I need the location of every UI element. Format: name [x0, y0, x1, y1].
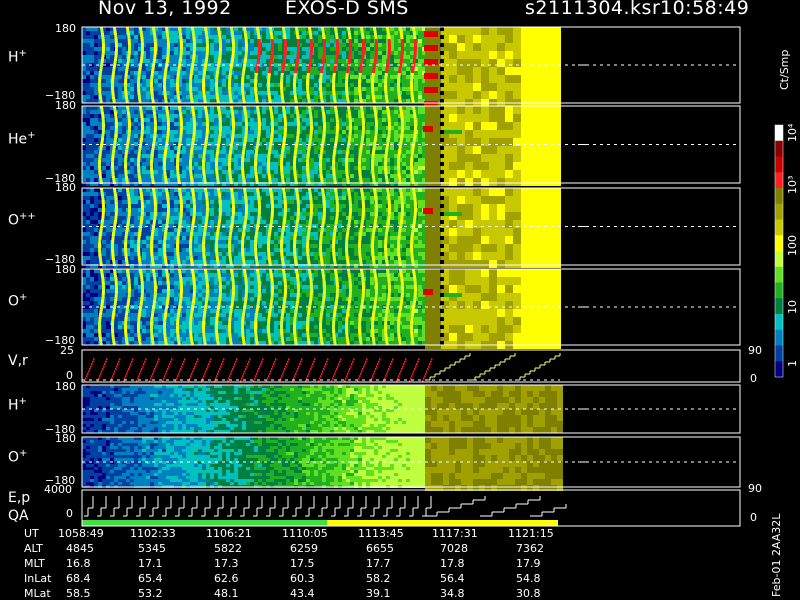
- he-plus-ytick-top: 180: [55, 99, 76, 112]
- ephemeris-cell: 60.3: [290, 572, 315, 585]
- ephemeris-cell: 5345: [138, 542, 166, 555]
- o-plus-plus-ytick-top: 180: [55, 181, 76, 194]
- panel-label-pitch-h-plus: H+: [8, 396, 27, 414]
- ephemeris-cell: 30.8: [516, 587, 541, 600]
- ephemeris-cell: 17.1: [138, 557, 163, 570]
- colorbar-units: Ct/Smp: [778, 49, 791, 90]
- colorbar-segment: [775, 329, 783, 346]
- colorbar-segment: [775, 125, 783, 142]
- ephemeris-cell: 68.4: [66, 572, 91, 585]
- colorbar-tick-10e3: 10³: [786, 175, 799, 194]
- ephemeris-cell: 17.3: [214, 557, 239, 570]
- h-plus-ytick-top: 180: [55, 22, 76, 35]
- ephemeris-cell: 5822: [214, 542, 242, 555]
- ephemeris-cell: 1058:49: [58, 527, 104, 540]
- ion-spectrogram-panel: [82, 27, 561, 107]
- ep-ytick-top: 4000: [44, 483, 72, 496]
- panel-label-o-plus: O+: [8, 292, 28, 310]
- ephemeris-cell: 54.8: [516, 572, 541, 585]
- colorbar-tick-10e4: 10⁴: [786, 123, 799, 142]
- colorbar-segment: [775, 172, 783, 189]
- ephemeris-row-label: InLat: [24, 572, 52, 585]
- ephemeris-cell: 39.1: [366, 587, 391, 600]
- sms-spectrogram-plot: [0, 0, 800, 600]
- ephemeris-cell: 34.8: [440, 587, 465, 600]
- title-file: s2111304.ksr: [525, 0, 661, 19]
- ephemeris-cell: 43.4: [290, 587, 315, 600]
- ephemeris-cell: 17.7: [366, 557, 391, 570]
- colorbar-segment: [775, 156, 783, 173]
- pitch-o-ytick-top: 180: [55, 432, 76, 445]
- ephemeris-cell: 58.2: [366, 572, 391, 585]
- ephemeris-cell: 7028: [440, 542, 468, 555]
- ion-spectrogram-panel: [82, 106, 561, 186]
- colorbar-segment: [775, 219, 783, 236]
- vr-right-tick-top: 90: [748, 344, 762, 357]
- panel-label-vr: V,r: [8, 353, 28, 369]
- ephemeris-cell: 62.6: [214, 572, 239, 585]
- ephemeris-cell: 1106:21: [206, 527, 252, 540]
- ephemeris-cell: 1102:33: [130, 527, 176, 540]
- colorbar-segment: [775, 298, 783, 315]
- colorbar-segment: [775, 251, 783, 268]
- ephemeris-cell: 1117:31: [432, 527, 478, 540]
- colorbar-tick-1: 1: [786, 360, 799, 367]
- ephemeris-cell: 17.5: [290, 557, 315, 570]
- colorbar-segment: [775, 203, 783, 220]
- colorbar-segment: [775, 345, 783, 362]
- title-instrument: EXOS-D SMS: [285, 0, 409, 19]
- footer-code: Feb-01 2AA32L: [770, 513, 783, 597]
- vr-ytick-top: 25: [60, 344, 74, 357]
- title-date: Nov 13, 1992: [98, 0, 232, 19]
- ephemeris-row-label: UT: [24, 527, 39, 540]
- panel-label-pitch-o-plus: O+: [8, 448, 28, 466]
- ephemeris-cell: 1110:05: [282, 527, 328, 540]
- ep-right-tick-top: 90: [748, 482, 762, 495]
- ephemeris-cell: 65.4: [138, 572, 163, 585]
- ephemeris-cell: 48.1: [214, 587, 239, 600]
- ep-ytick-zero: 0: [66, 507, 73, 520]
- ephemeris-cell: 4845: [66, 542, 94, 555]
- ep-right-tick-bottom: 0: [750, 511, 757, 524]
- ephemeris-cell: 53.2: [138, 587, 163, 600]
- ephemeris-cell: 17.8: [440, 557, 465, 570]
- ephemeris-cell: 58.5: [66, 587, 91, 600]
- colorbar-segment: [775, 235, 783, 252]
- panel-label-he-plus: He+: [8, 130, 36, 148]
- ephemeris-cell: 17.9: [516, 557, 541, 570]
- ephemeris-row-label: MLT: [24, 557, 45, 570]
- ephemeris-cell: 6655: [366, 542, 394, 555]
- panel-label-o-plus-plus: O++: [8, 211, 36, 229]
- ephemeris-cell: 1113:45: [358, 527, 404, 540]
- colorbar-segment: [775, 282, 783, 299]
- o-plus-ytick-top: 180: [55, 263, 76, 276]
- panel-label-qa: QA: [8, 508, 29, 524]
- vr-right-tick-bottom: 0: [750, 372, 757, 385]
- colorbar-segment: [775, 188, 783, 205]
- ion-spectrogram-panel: [82, 269, 561, 349]
- colorbar-tick-10: 10: [786, 300, 799, 314]
- qa-bar-yellow: [327, 520, 558, 526]
- ephemeris-cell: 56.4: [440, 572, 465, 585]
- ephemeris-row-label: MLat: [24, 587, 51, 600]
- ion-spectrogram-panel: [82, 188, 561, 268]
- panel-label-ep: E,p: [8, 490, 31, 506]
- ephemeris-cell: 1121:15: [508, 527, 554, 540]
- ephemeris-cell: 7362: [516, 542, 544, 555]
- panel-label-h-plus: H+: [8, 48, 27, 66]
- colorbar-tick-100: 100: [786, 235, 799, 256]
- colorbar-segment: [775, 361, 783, 378]
- ephemeris-cell: 16.8: [66, 557, 91, 570]
- pitch-h-ytick-top: 180: [55, 380, 76, 393]
- ephemeris-cell: 6259: [290, 542, 318, 555]
- qa-bar-green: [82, 520, 327, 526]
- colorbar-segment: [775, 266, 783, 283]
- title-time: 10:58:49: [660, 0, 750, 19]
- colorbar-segment: [775, 314, 783, 331]
- ephemeris-row-label: ALT: [24, 542, 43, 555]
- colorbar-segment: [775, 140, 783, 157]
- pitch-angle-panel: [82, 437, 563, 491]
